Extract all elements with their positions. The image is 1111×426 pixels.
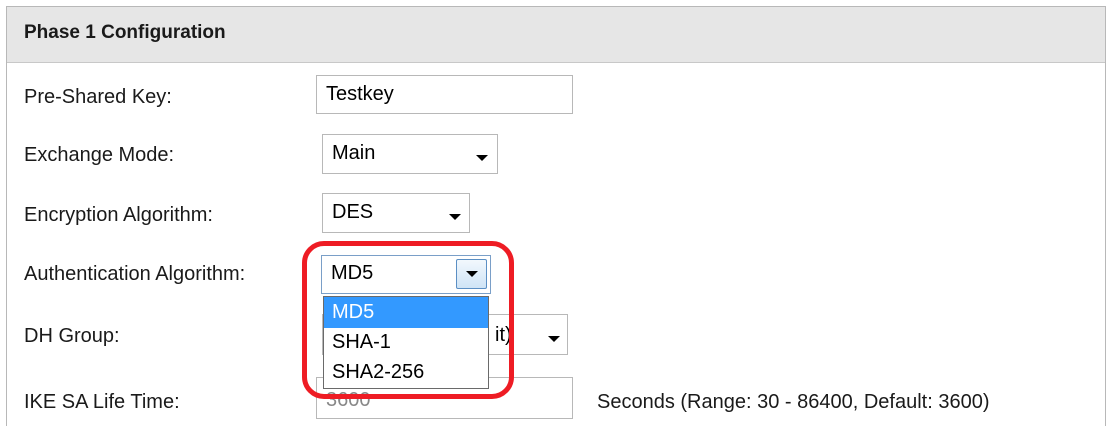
encryption-algorithm-label: Encryption Algorithm:: [24, 204, 213, 226]
annotation-highlight-ring: [302, 241, 514, 399]
ike-sa-life-time-hint: Seconds (Range: 30 - 86400, Default: 360…: [597, 391, 990, 413]
authentication-algorithm-label: Authentication Algorithm:: [24, 263, 246, 285]
exchange-mode-select[interactable]: Main: [322, 134, 498, 174]
ike-sa-life-time-label: IKE SA Life Time:: [24, 391, 180, 413]
chevron-down-icon: [548, 336, 560, 342]
dh-group-label: DH Group:: [24, 325, 120, 347]
section-title: Phase 1 Configuration: [24, 22, 226, 43]
exchange-mode-label: Exchange Mode:: [24, 144, 175, 166]
chevron-down-icon: [449, 214, 461, 220]
encryption-algorithm-select[interactable]: DES: [322, 193, 470, 233]
pre-shared-key-input[interactable]: Testkey: [316, 75, 573, 114]
encryption-algorithm-value: DES: [332, 201, 374, 223]
chevron-down-icon: [476, 155, 488, 161]
pre-shared-key-label: Pre-Shared Key:: [24, 86, 172, 108]
exchange-mode-value: Main: [332, 142, 376, 164]
